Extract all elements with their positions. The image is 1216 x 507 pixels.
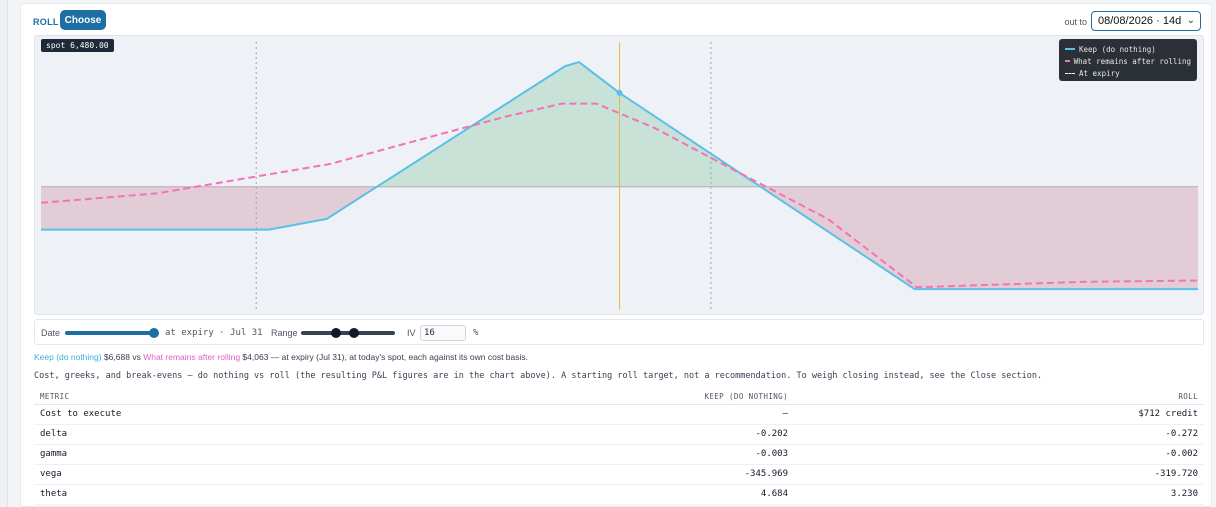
summary-roll-label: What remains after rolling (143, 352, 241, 362)
left-gutter (0, 0, 8, 507)
legend-item-roll: What remains after rolling (1065, 55, 1191, 67)
summary-tail: — at expiry (Jul 31), at today's spot, e… (270, 352, 529, 362)
metric-name: vega (34, 464, 434, 485)
range-slider[interactable] (301, 331, 395, 335)
pnl-summary: Keep (do nothing) $6,688 vs What remains… (34, 352, 528, 362)
summary-keep-value: $6,688 (103, 352, 130, 362)
legend-item-expiry: At expiry (1065, 67, 1191, 79)
roll-panel: ROLL Choose out to 08/08/2026 · 14d ⌄ sp… (20, 3, 1212, 507)
legend-label-keep: Keep (do nothing) (1079, 44, 1156, 54)
metric-name: gamma (34, 444, 434, 465)
date-slider-handle[interactable] (149, 328, 159, 338)
legend-label-expiry: At expiry (1079, 68, 1120, 78)
roll-value: $712 credit (794, 404, 1204, 425)
chart-legend: Keep (do nothing) What remains after rol… (1059, 39, 1197, 81)
roll-value: -319.720 (794, 464, 1204, 485)
table-row: Cost to execute — $712 credit (34, 404, 1204, 425)
col-header-metric: METRIC (34, 389, 434, 405)
legend-swatch-roll (1065, 60, 1070, 62)
legend-item-keep: Keep (do nothing) (1065, 43, 1191, 55)
date-slider-label: Date (41, 328, 61, 338)
roll-value: -0.272 (794, 424, 1204, 445)
spot-price-tag: spot 6,480.00 (41, 39, 114, 52)
payoff-chart-svg (40, 42, 1199, 310)
chart-controls: Date at expiry · Jul 31 Range IV 16 % (34, 319, 1204, 345)
roll-note: Cost, greeks, and break-evens — do nothi… (34, 371, 1043, 381)
iv-input[interactable]: 16 (420, 325, 466, 341)
range-slider-high-handle[interactable] (349, 328, 359, 338)
metric-name: theta (34, 484, 434, 505)
keep-value: -0.202 (434, 424, 794, 445)
metric-name: delta (34, 424, 434, 445)
table-row: vega -345.969 -319.720 (34, 464, 1204, 485)
keep-value: 4.684 (434, 484, 794, 505)
table-row: delta -0.202 -0.272 (34, 424, 1204, 445)
roll-title: ROLL (33, 17, 59, 27)
legend-swatch-expiry (1065, 72, 1075, 74)
roll-value: 3.230 (794, 484, 1204, 505)
summary-roll-value: $4,063 (242, 352, 269, 362)
legend-swatch-keep (1065, 48, 1075, 50)
table-row: theta 4.684 3.230 (34, 484, 1204, 505)
payoff-chart[interactable]: spot 6,480.00 Keep (do nothing) What rem… (34, 35, 1204, 315)
expiry-date-value: 08/08/2026 · 14d (1098, 15, 1182, 27)
chevron-down-icon: ⌄ (1186, 15, 1195, 26)
iv-unit: % (473, 328, 479, 338)
out-to-label: out to (1064, 17, 1087, 27)
col-header-roll: ROLL (794, 389, 1204, 405)
keep-value: — (434, 404, 794, 425)
iv-label: IV (407, 328, 416, 338)
table-header-row: METRIC KEEP (DO NOTHING) ROLL (34, 389, 1204, 405)
metrics-table: METRIC KEEP (DO NOTHING) ROLL Cost to ex… (34, 389, 1204, 505)
keep-value: -0.003 (434, 444, 794, 465)
expiry-date-select[interactable]: 08/08/2026 · 14d ⌄ (1091, 11, 1201, 31)
summary-vs: vs (132, 352, 141, 362)
range-slider-low-handle[interactable] (331, 328, 341, 338)
roll-value: -0.002 (794, 444, 1204, 465)
range-slider-label: Range (271, 328, 298, 338)
keep-value: -345.969 (434, 464, 794, 485)
spot-marker (616, 89, 623, 96)
legend-label-roll: What remains after rolling (1073, 56, 1191, 66)
date-slider-value: at expiry · Jul 31 (165, 328, 263, 338)
date-slider[interactable] (65, 331, 155, 335)
table-row: gamma -0.003 -0.002 (34, 444, 1204, 465)
summary-keep-label: Keep (do nothing) (34, 352, 102, 362)
roll-header: ROLL Choose out to 08/08/2026 · 14d ⌄ (33, 10, 1201, 32)
choose-button[interactable]: Choose (60, 10, 106, 30)
metric-name: Cost to execute (34, 404, 434, 425)
col-header-keep: KEEP (DO NOTHING) (434, 389, 794, 405)
